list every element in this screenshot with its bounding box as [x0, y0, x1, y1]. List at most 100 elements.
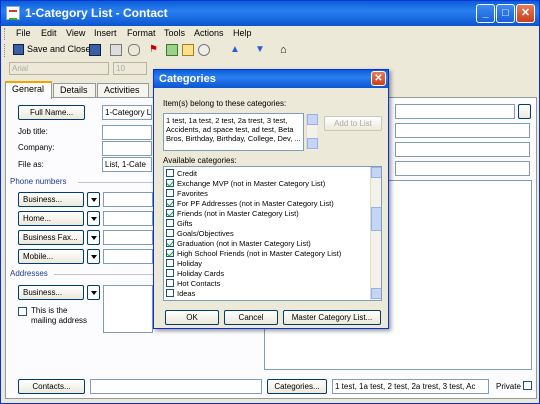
home-phone-field[interactable]: [103, 211, 153, 226]
category-checkbox[interactable]: [166, 289, 174, 298]
category-checkbox[interactable]: [166, 179, 174, 188]
belong-scroll-up-icon[interactable]: [307, 114, 318, 125]
dialog-close-button[interactable]: ✕: [371, 71, 386, 86]
close-button[interactable]: ✕: [516, 4, 535, 23]
menu-edit[interactable]: Edit: [41, 28, 57, 38]
category-item[interactable]: Credit: [166, 169, 197, 179]
save-icon[interactable]: [89, 44, 101, 56]
address-type-dropdown[interactable]: [87, 285, 100, 300]
category-checkbox[interactable]: [166, 219, 174, 228]
minimize-button[interactable]: _: [476, 4, 495, 23]
category-item[interactable]: Holiday: [166, 259, 202, 269]
tab-details[interactable]: Details: [53, 83, 96, 98]
im-address-field[interactable]: [395, 161, 530, 176]
business-phone-button[interactable]: Business...: [18, 192, 84, 207]
contacts-field[interactable]: [90, 379, 262, 394]
category-checkbox[interactable]: [166, 209, 174, 218]
mailing-address-checkbox[interactable]: [18, 307, 27, 316]
picture-icon[interactable]: [182, 44, 194, 56]
web-page-field[interactable]: [395, 142, 530, 157]
file-as-field[interactable]: List, 1-Cate: [102, 157, 152, 172]
dialog-title: Categories: [159, 73, 216, 85]
full-name-field[interactable]: 1-Category L: [102, 105, 152, 120]
card-icon[interactable]: [166, 44, 178, 56]
categories-scroll-up-icon[interactable]: [371, 167, 381, 178]
home-phone-button[interactable]: Home...: [18, 211, 84, 226]
flag-icon[interactable]: ⚑: [149, 44, 161, 56]
menu-help[interactable]: Help: [233, 28, 252, 38]
contacts-button[interactable]: Contacts...: [18, 379, 85, 394]
home-phone-dropdown[interactable]: [87, 211, 100, 226]
tag-icon[interactable]: ⌂: [280, 44, 292, 56]
available-categories-list[interactable]: Credit Exchange MVP (not in Master Categ…: [163, 166, 382, 301]
add-to-list-button[interactable]: Add to List: [324, 116, 382, 131]
category-checkbox[interactable]: [166, 279, 174, 288]
address-book-button[interactable]: [518, 104, 531, 119]
category-checkbox[interactable]: [166, 249, 174, 258]
belong-scroll-down-icon[interactable]: [307, 138, 318, 149]
categories-scroll-down-icon[interactable]: [371, 288, 381, 299]
address-field[interactable]: [103, 285, 153, 333]
category-item[interactable]: Holiday Cards: [166, 269, 224, 279]
menu-file[interactable]: File: [16, 28, 31, 38]
category-item[interactable]: Exchange MVP (not in Master Category Lis…: [166, 179, 325, 189]
categories-scrollbar[interactable]: [370, 167, 381, 300]
category-item[interactable]: Goals/Objectives: [166, 229, 234, 239]
attach-icon[interactable]: [128, 44, 140, 56]
previous-icon[interactable]: ▲: [230, 44, 242, 56]
print-icon[interactable]: [110, 44, 122, 56]
menu-insert[interactable]: Insert: [94, 28, 117, 38]
address-type-button[interactable]: Business...: [18, 285, 84, 300]
category-item[interactable]: For PF Addresses (not in Master Category…: [166, 199, 334, 209]
private-checkbox[interactable]: [523, 381, 532, 390]
tab-activities[interactable]: Activities: [97, 83, 149, 98]
company-field[interactable]: [102, 141, 152, 156]
categories-field[interactable]: 1 test, 1a test, 2 test, 2a trest, 3 tes…: [332, 379, 489, 394]
ok-button[interactable]: OK: [165, 310, 219, 325]
maximize-button[interactable]: □: [496, 4, 515, 23]
business-fax-field[interactable]: [103, 230, 153, 245]
title-bar[interactable]: 1-Category List - Contact _ □ ✕: [1, 1, 539, 26]
menu-tools[interactable]: Tools: [164, 28, 185, 38]
category-item[interactable]: Favorites: [166, 189, 208, 199]
next-icon[interactable]: ▼: [255, 44, 267, 56]
category-item[interactable]: Hot Contacts: [166, 279, 220, 289]
call-icon[interactable]: [198, 44, 210, 56]
email-field[interactable]: [395, 104, 515, 119]
category-label: Holiday: [177, 259, 203, 268]
menu-view[interactable]: View: [66, 28, 85, 38]
category-checkbox[interactable]: [166, 259, 174, 268]
belong-categories-field[interactable]: 1 test, 1a test, 2 test, 2a trest, 3 tes…: [163, 113, 304, 151]
master-category-list-button[interactable]: Master Category List...: [283, 310, 381, 325]
category-checkbox[interactable]: [166, 269, 174, 278]
business-phone-field[interactable]: [103, 192, 153, 207]
menu-actions[interactable]: Actions: [194, 28, 224, 38]
category-checkbox[interactable]: [166, 189, 174, 198]
mobile-phone-dropdown[interactable]: [87, 249, 100, 264]
menu-format[interactable]: Format: [127, 28, 156, 38]
belong-scrollbar[interactable]: [306, 114, 318, 150]
categories-scroll-thumb[interactable]: [371, 207, 381, 231]
categories-button[interactable]: Categories...: [267, 379, 327, 394]
category-item[interactable]: Gifts: [166, 219, 192, 229]
business-fax-dropdown[interactable]: [87, 230, 100, 245]
category-checkbox[interactable]: [166, 239, 174, 248]
mobile-phone-button[interactable]: Mobile...: [18, 249, 84, 264]
mobile-phone-field[interactable]: [103, 249, 153, 264]
category-checkbox[interactable]: [166, 169, 174, 178]
category-item[interactable]: High School Friends (not in Master Categ…: [166, 249, 341, 259]
category-item[interactable]: Graduation (not in Master Category List): [166, 239, 311, 249]
save-and-close-button[interactable]: Save and Close: [13, 44, 91, 57]
business-phone-dropdown[interactable]: [87, 192, 100, 207]
dialog-title-bar[interactable]: Categories ✕: [154, 70, 388, 88]
category-item[interactable]: Ideas: [166, 289, 195, 299]
category-item[interactable]: Friends (not in Master Category List): [166, 209, 299, 219]
display-as-field[interactable]: [395, 123, 530, 138]
cancel-button[interactable]: Cancel: [224, 310, 278, 325]
job-title-field[interactable]: [102, 125, 152, 140]
category-checkbox[interactable]: [166, 199, 174, 208]
business-fax-button[interactable]: Business Fax...: [18, 230, 84, 245]
tab-general[interactable]: General: [5, 81, 52, 99]
full-name-button[interactable]: Full Name...: [18, 105, 85, 120]
category-checkbox[interactable]: [166, 229, 174, 238]
